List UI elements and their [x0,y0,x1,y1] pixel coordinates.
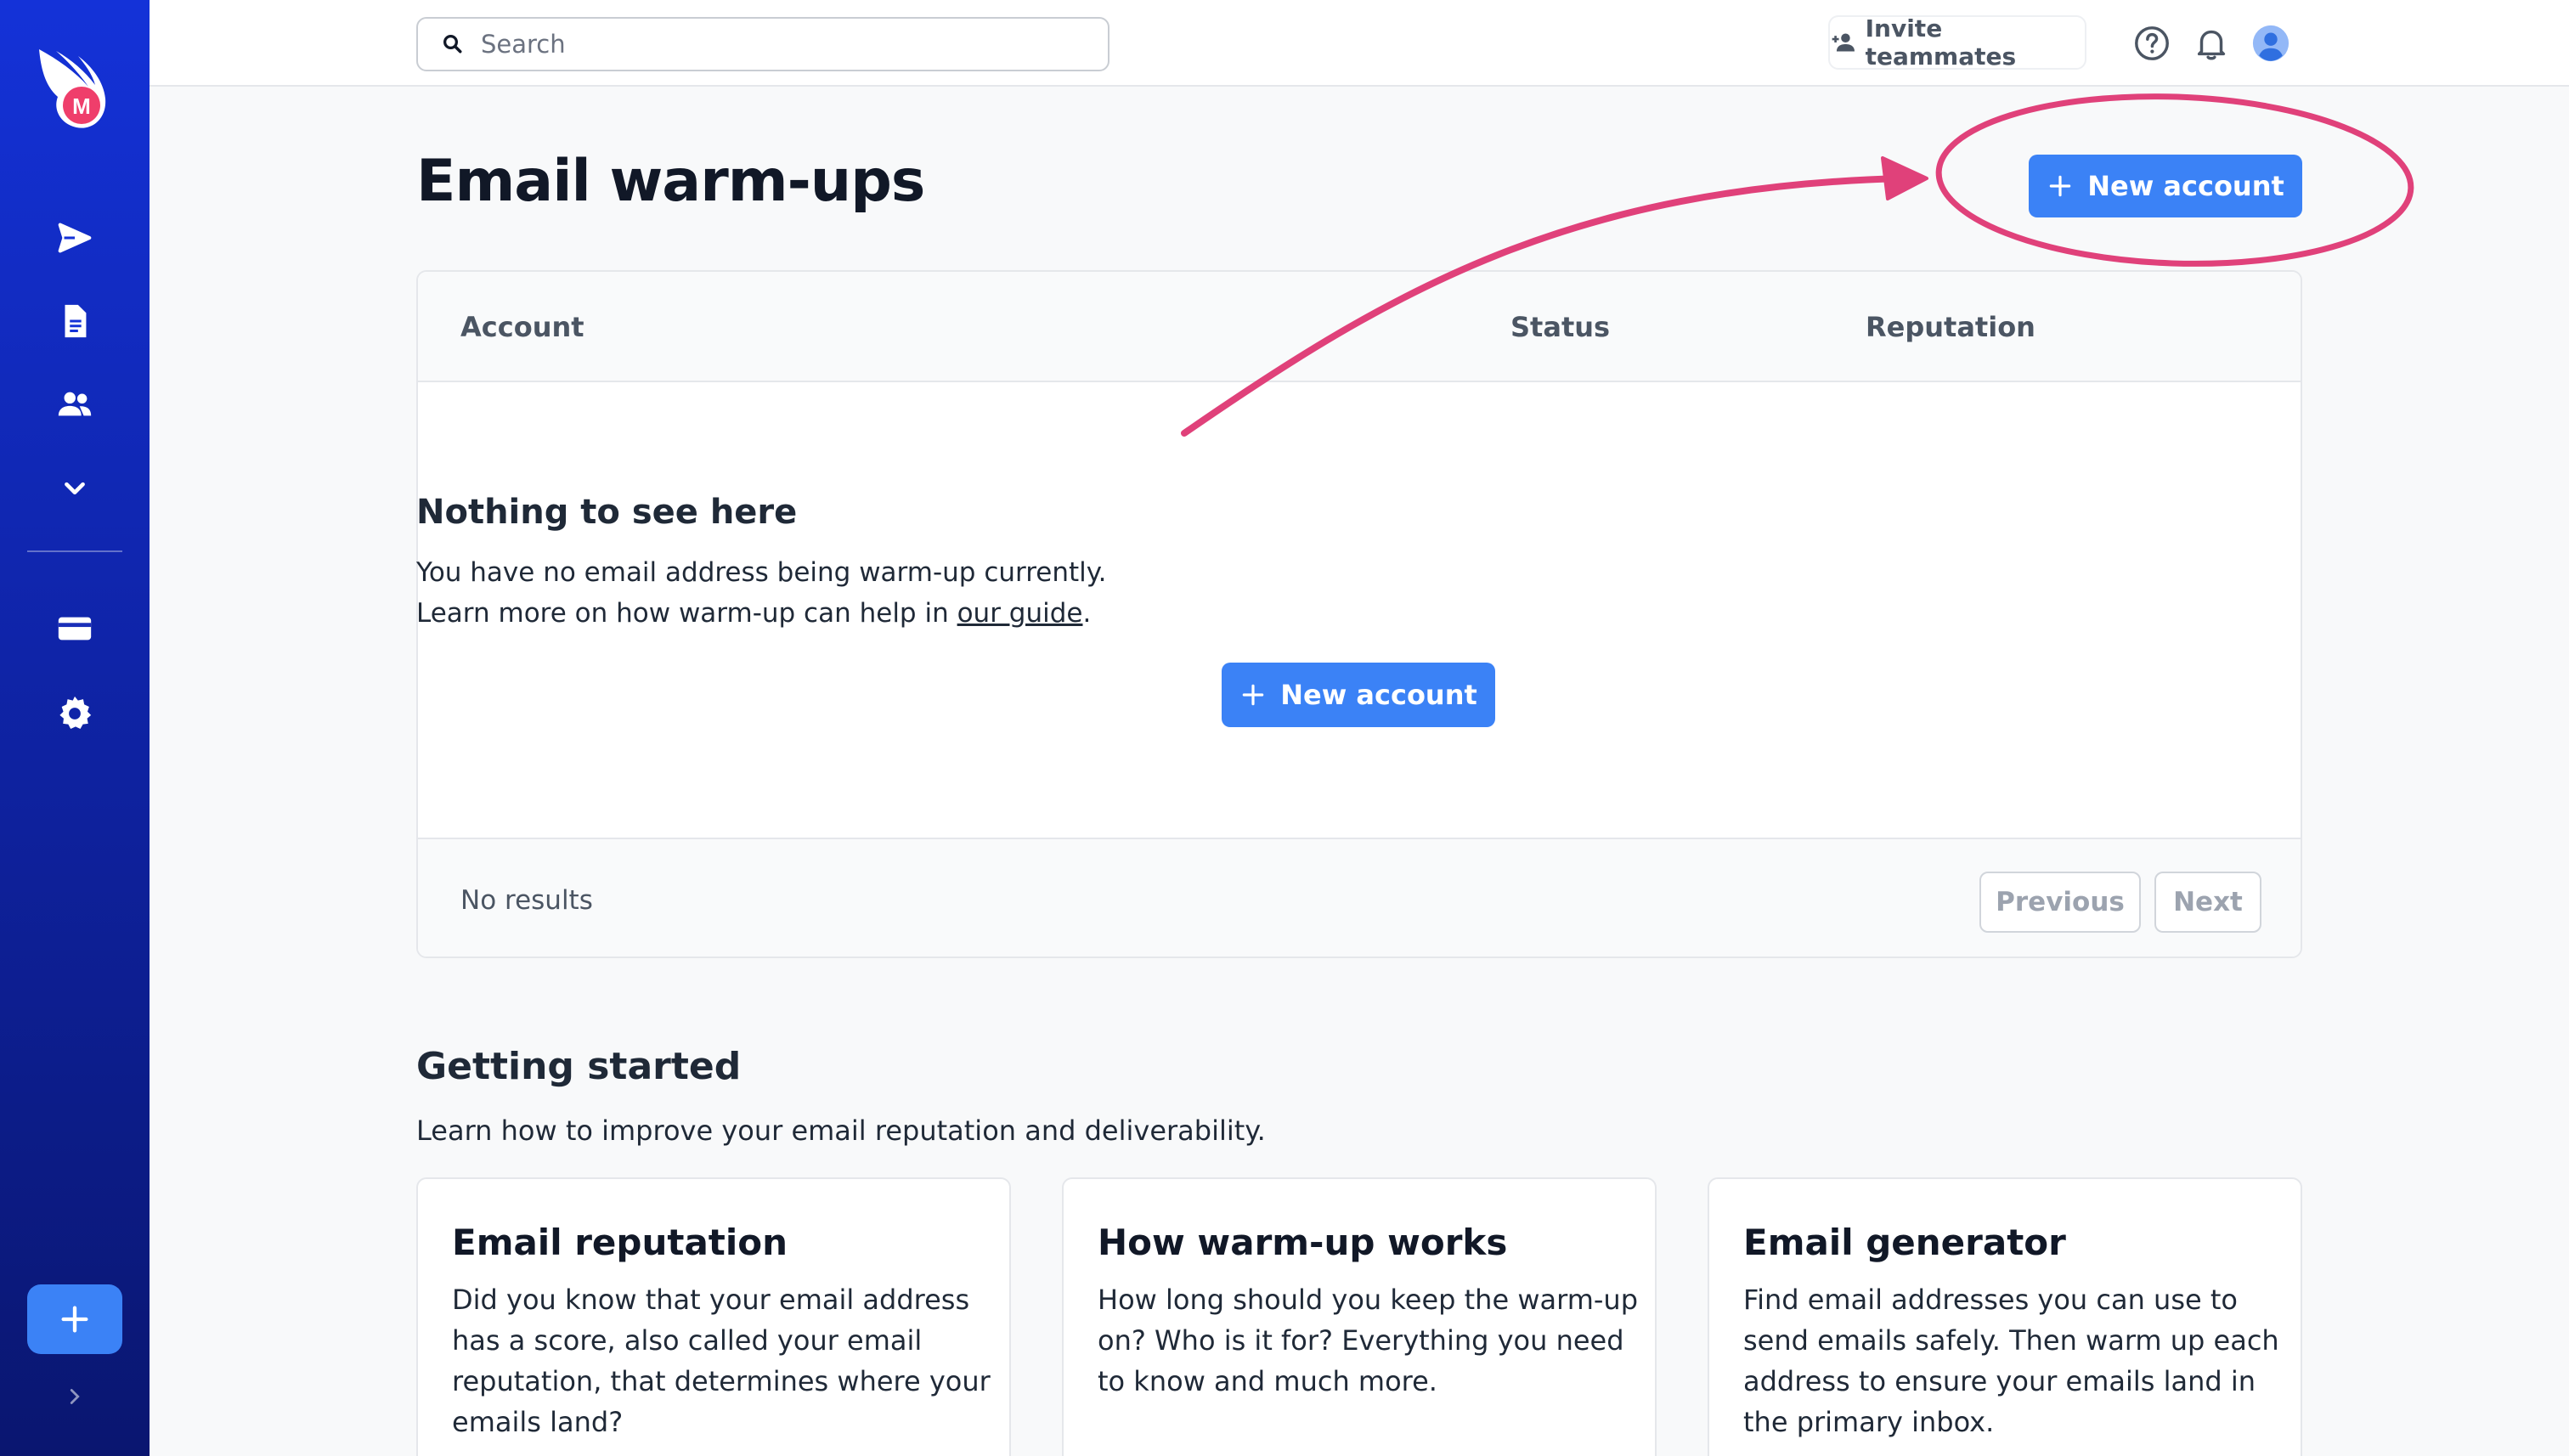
card-body: How long should you keep the warm-up on?… [1098,1284,1638,1397]
sidebar: M [0,0,150,1456]
next-page-button[interactable]: Next [2154,872,2261,933]
empty-state-line-2: Learn more on how warm-up can help in ou… [416,598,2302,629]
card-title: Email generator [1743,1222,2066,1263]
invite-teammates-button[interactable]: Invite teammates [1828,14,2086,71]
no-results-text: No results [460,885,593,916]
empty-state-line-2-text: Learn more on how warm-up can help in [416,598,957,629]
card-title: How warm-up works [1098,1222,1508,1263]
avatar[interactable] [2251,24,2290,63]
new-account-label: New account [2087,170,2284,202]
getting-started-subtitle: Learn how to improve your email reputati… [416,1115,1266,1147]
gear-icon[interactable] [49,688,100,739]
svg-text:M: M [72,93,91,119]
table-footer: No results Previous Next [418,838,2301,957]
add-user-icon [1832,33,1855,52]
card-email-reputation[interactable]: Email reputation Did you know that your … [416,1177,1011,1456]
app: M Search Invite teammates Email warm-ups… [0,0,2569,1456]
previous-page-button[interactable]: Previous [1979,872,2141,933]
sidebar-divider [27,550,122,552]
search-icon [443,35,462,54]
card-body: Find email addresses you can use to send… [1743,1284,2279,1438]
bell-icon[interactable] [2192,24,2231,63]
plus-icon [1242,684,1264,706]
empty-state-new-account-button[interactable]: New account [1222,663,1495,727]
empty-state-new-account-label: New account [1280,679,1477,711]
document-icon[interactable] [49,296,100,347]
guide-link[interactable]: our guide [957,598,1083,629]
card-title: Email reputation [452,1222,788,1263]
card-how-warmup-works[interactable]: How warm-up works How long should you ke… [1062,1177,1657,1456]
credit-card-icon[interactable] [49,603,100,654]
column-header-account: Account [460,311,584,343]
plus-icon [61,1306,88,1333]
page-title: Email warm-ups [416,148,925,215]
search-box[interactable] [416,17,1109,71]
expand-sidebar-button[interactable] [59,1381,90,1412]
compose-button[interactable] [27,1284,122,1354]
empty-state-title: Nothing to see here [416,493,798,532]
column-header-reputation: Reputation [1866,311,2035,343]
empty-state-line-1: You have no email address being warm-up … [416,557,1107,588]
card-email-generator[interactable]: Email generator Find email addresses you… [1708,1177,2302,1456]
contacts-icon[interactable] [49,379,100,430]
chevron-right-icon [70,1389,80,1404]
table-header: Account Status Reputation [418,272,2301,382]
logo-icon[interactable]: M [32,42,117,136]
help-icon[interactable] [2132,24,2171,63]
search-input[interactable] [481,30,1076,59]
empty-state-line-2-suffix: . [1082,598,1092,629]
top-bar: Invite teammates [150,0,2569,87]
getting-started-title: Getting started [416,1045,742,1088]
annotation-arrowhead [1881,156,1928,200]
chevron-down-icon[interactable] [49,462,100,513]
plus-icon [2049,175,2071,197]
card-body: Did you know that your email address has… [452,1284,991,1438]
send-icon[interactable] [49,212,100,263]
column-header-status: Status [1510,311,1611,343]
new-account-button[interactable]: New account [2029,155,2302,217]
invite-teammates-label: Invite teammates [1865,14,2017,71]
